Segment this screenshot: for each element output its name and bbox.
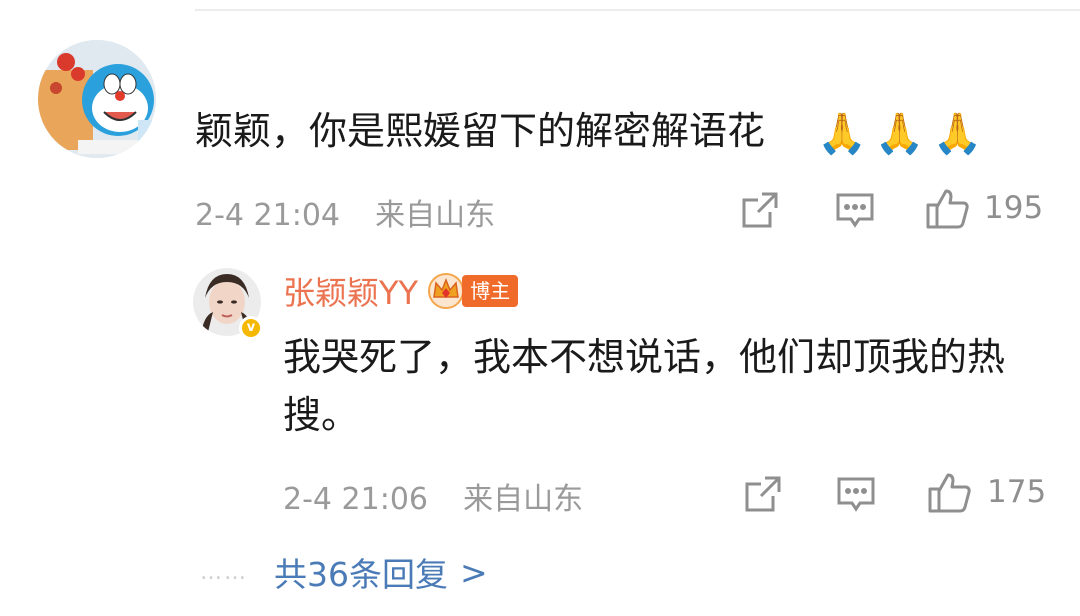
reply-time: 2-4 21:06 bbox=[283, 482, 428, 517]
pray-emoji-3: 🙏 bbox=[932, 111, 983, 157]
author-tag: 博主 bbox=[462, 275, 519, 307]
reply-like-count: 175 bbox=[987, 474, 1047, 510]
repost-icon[interactable] bbox=[743, 474, 783, 514]
divider bbox=[195, 9, 1080, 11]
comment-meta: 2-4 21:04 来自山东 bbox=[195, 190, 495, 234]
reply-username[interactable]: 张颖颖YY bbox=[283, 268, 418, 314]
more-replies-link[interactable]: 共36条回复 bbox=[274, 548, 448, 596]
chevron-right-icon[interactable]: > bbox=[460, 553, 488, 592]
like-icon[interactable] bbox=[926, 187, 970, 229]
more-replies-row: …… 共36条回复 > bbox=[200, 548, 488, 596]
comment-thread: 颖颖，你是熙媛留下的解密解语花 🙏 🙏 🙏 2-4 21:04 来自山东 195… bbox=[0, 0, 1080, 616]
comment-time: 2-4 21:04 bbox=[195, 198, 340, 233]
reply-header: 张颖颖YY 博主 bbox=[283, 268, 519, 314]
verified-icon: v bbox=[239, 316, 263, 340]
reply-location: 来自山东 bbox=[463, 482, 584, 517]
pray-emoji-1: 🙏 bbox=[817, 111, 867, 157]
comment-icon[interactable] bbox=[836, 476, 876, 514]
comment-icon[interactable] bbox=[835, 192, 875, 230]
repost-icon[interactable] bbox=[740, 190, 780, 230]
crown-icon bbox=[426, 271, 466, 311]
like-icon[interactable] bbox=[928, 471, 972, 513]
like-count: 195 bbox=[984, 190, 1044, 226]
reply-meta: 2-4 21:06 来自山东 bbox=[283, 474, 583, 518]
comment-text: 颖颖，你是熙媛留下的解密解语花 bbox=[195, 109, 766, 153]
emoji-group: 🙏 🙏 🙏 bbox=[815, 106, 982, 162]
reply-text: 我哭死了，我本不想说话，他们却顶我的热搜。 bbox=[283, 335, 1006, 437]
comment-location: 来自山东 bbox=[375, 198, 496, 233]
commenter-avatar[interactable] bbox=[38, 40, 156, 158]
dots-separator: …… bbox=[200, 559, 248, 585]
pray-emoji-2: 🙏 bbox=[874, 111, 925, 157]
